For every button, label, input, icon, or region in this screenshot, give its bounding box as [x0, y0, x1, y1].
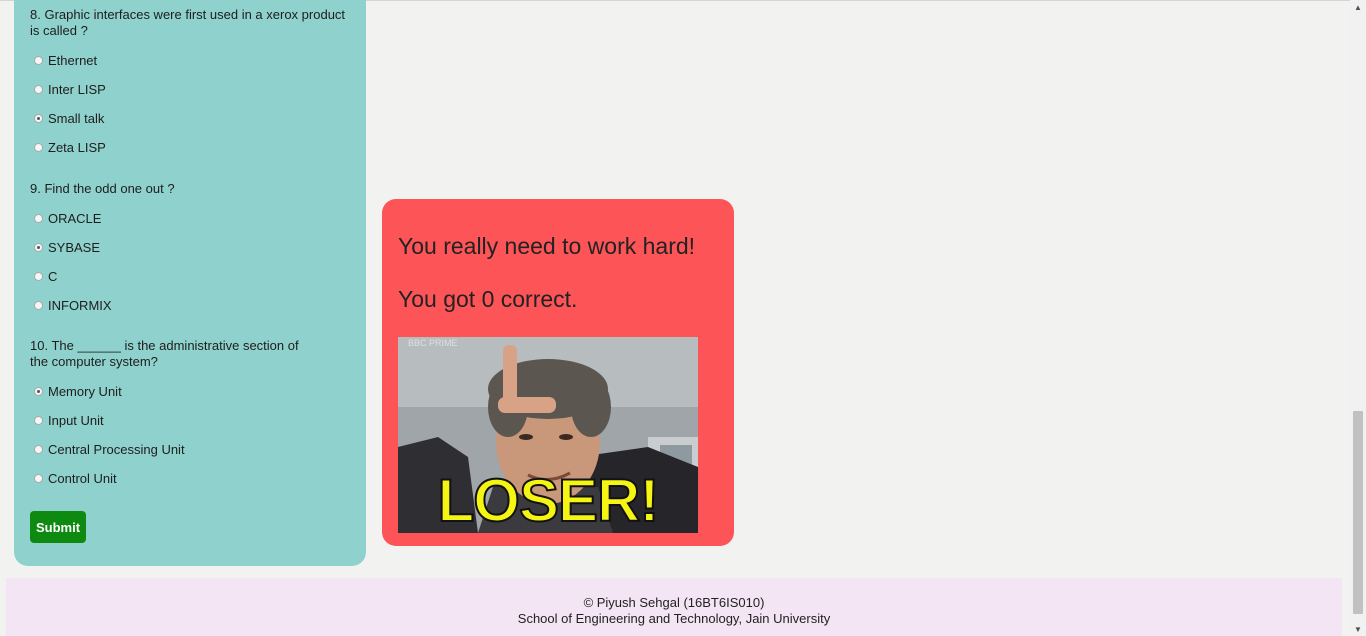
option-label: Ethernet: [48, 52, 98, 68]
option-ethernet[interactable]: Ethernet: [34, 51, 97, 69]
option-label: Memory Unit: [48, 383, 122, 399]
radio-button[interactable]: [34, 142, 43, 152]
option-informix[interactable]: INFORMIX: [34, 296, 112, 314]
option-label: Central Processing Unit: [48, 441, 185, 457]
option-small-talk[interactable]: Small talk: [34, 109, 104, 127]
loser-gif: BBC PRIME LOSER!: [398, 337, 698, 533]
option-label: Small talk: [48, 110, 105, 126]
radio-button[interactable]: [34, 84, 43, 94]
option-control-unit[interactable]: Control Unit: [34, 469, 117, 487]
question-9-text: 9. Find the odd one out ?: [30, 181, 175, 196]
option-memory-unit[interactable]: Memory Unit: [34, 382, 122, 400]
vertical-scrollbar[interactable]: ▲ ▼: [1350, 0, 1366, 636]
option-inter-lisp[interactable]: Inter LISP: [34, 80, 106, 98]
result-card: You really need to work hard! You got 0 …: [382, 199, 734, 546]
option-c[interactable]: C: [34, 267, 57, 285]
radio-button[interactable]: [34, 300, 43, 310]
option-label: C: [48, 268, 58, 284]
option-label: Control Unit: [48, 470, 117, 486]
option-zeta-lisp[interactable]: Zeta LISP: [34, 138, 106, 156]
radio-button[interactable]: [34, 113, 43, 123]
option-label: SYBASE: [48, 239, 101, 255]
option-oracle[interactable]: ORACLE: [34, 209, 101, 227]
option-label: Zeta LISP: [48, 139, 106, 155]
gif-watermark: BBC PRIME: [408, 338, 458, 348]
footer-institution: School of Engineering and Technology, Ja…: [517, 611, 831, 626]
scroll-up-arrow-icon[interactable]: ▲: [1350, 0, 1366, 14]
footer: © Piyush Sehgal (16BT6IS010) School of E…: [6, 578, 1342, 636]
radio-button[interactable]: [34, 386, 43, 396]
option-label: INFORMIX: [48, 297, 112, 313]
option-input-unit[interactable]: Input Unit: [34, 411, 104, 429]
submit-button[interactable]: Submit: [30, 511, 86, 543]
question-8-text: 8. Graphic interfaces were first used in…: [30, 7, 346, 38]
option-sybase[interactable]: SYBASE: [34, 238, 100, 256]
radio-button[interactable]: [34, 242, 43, 252]
radio-button[interactable]: [34, 271, 43, 281]
radio-button[interactable]: [34, 444, 43, 454]
gif-caption: LOSER!: [437, 467, 661, 533]
question-10-text: 10. The ______ is the administrative sec…: [30, 338, 299, 369]
option-central-processing-unit[interactable]: Central Processing Unit: [34, 440, 185, 458]
score-text: You got 0 correct.: [398, 286, 578, 312]
radio-button[interactable]: [34, 213, 43, 223]
radio-button[interactable]: [34, 415, 43, 425]
result-message: You really need to work hard!: [398, 233, 696, 259]
radio-button[interactable]: [34, 473, 43, 483]
scrollbar-thumb[interactable]: [1353, 411, 1363, 614]
radio-button[interactable]: [34, 55, 43, 65]
quiz-panel: 8. Graphic interfaces were first used in…: [14, 0, 366, 566]
option-label: Input Unit: [48, 412, 104, 428]
footer-copyright: © Piyush Sehgal (16BT6IS010): [583, 595, 765, 610]
option-label: Inter LISP: [48, 81, 106, 97]
scroll-down-arrow-icon[interactable]: ▼: [1350, 622, 1366, 636]
option-label: ORACLE: [48, 210, 102, 226]
